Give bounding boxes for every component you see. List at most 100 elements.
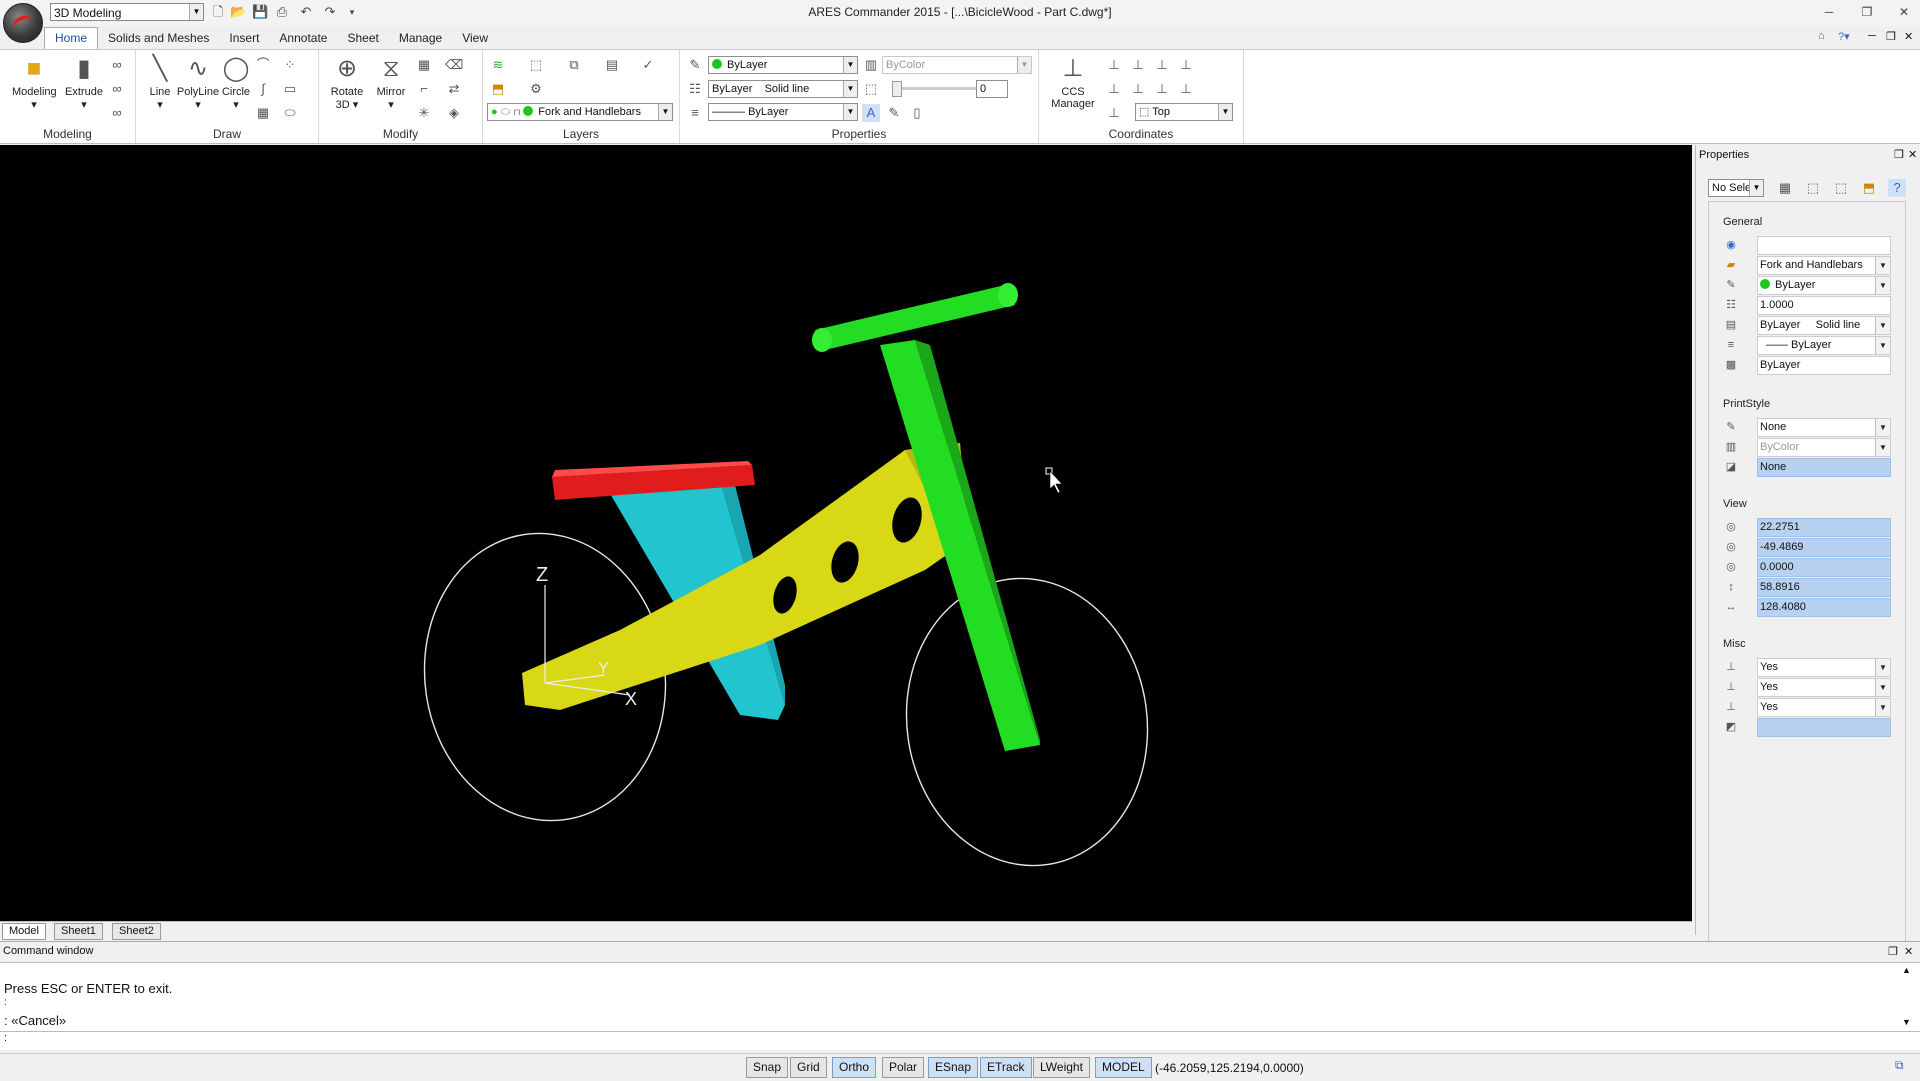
lweight-toggle[interactable]: LWeight [1033, 1057, 1090, 1078]
selection-filter-select[interactable]: No Sele ▼ [1708, 179, 1764, 197]
ccs-face-icon[interactable]: ⊥ [1105, 80, 1123, 98]
panel-close-icon[interactable]: ✕ [1904, 945, 1913, 958]
region-icon[interactable]: ▭ [281, 80, 299, 98]
layer-previous-icon[interactable]: ⧉ [565, 56, 583, 74]
chevron-down-icon[interactable]: ▼ [1218, 104, 1232, 120]
ccs-z-icon[interactable]: ⊥ [1177, 80, 1195, 98]
scroll-down-icon[interactable]: ▼ [1902, 1017, 1911, 1027]
point-icon[interactable]: ⁘ [281, 56, 299, 74]
erase-icon[interactable]: ⬭ [281, 104, 299, 122]
property-value[interactable]: 1.0000 [1757, 296, 1891, 315]
property-value[interactable]: 128.4080 [1757, 598, 1891, 617]
layer-manager-icon[interactable]: ≋ [489, 56, 507, 74]
select-objects-icon[interactable]: ⬚ [1804, 179, 1822, 197]
scroll-up-icon[interactable]: ▲ [1902, 965, 1911, 975]
chevron-down-icon[interactable]: ▼ [843, 57, 857, 73]
ccs-origin-icon[interactable]: ⊥ [1129, 56, 1147, 74]
property-value[interactable]: 58.8916 [1757, 578, 1891, 597]
ortho-toggle[interactable]: Ortho [832, 1057, 877, 1078]
ccs-manager-button[interactable]: ⊥ CCS Manager [1051, 54, 1095, 110]
model-toggle[interactable]: MODEL [1095, 1057, 1152, 1078]
eraser-icon[interactable]: ⌫ [445, 56, 463, 74]
lineweight-select[interactable]: ——— ByLayer ▼ [708, 103, 858, 121]
tab-home[interactable]: Home [44, 27, 99, 50]
command-input[interactable]: : [0, 1032, 1920, 1050]
tab-manage[interactable]: Manage [389, 28, 452, 49]
property-value[interactable]: None ▼ [1757, 418, 1891, 437]
property-value[interactable] [1757, 236, 1891, 255]
explode-icon[interactable]: ✳ [415, 104, 433, 122]
chevron-down-icon[interactable]: ▼ [1017, 57, 1031, 73]
text-style-icon[interactable]: A [862, 104, 880, 122]
panel-float-icon[interactable]: ❐ [1894, 148, 1904, 161]
property-value[interactable] [1757, 718, 1891, 737]
sheet-tab-model[interactable]: Model [2, 923, 46, 940]
modeling-button[interactable]: ■ Modeling ▾ [12, 54, 57, 111]
command-history[interactable]: Press ESC or ENTER to exit. : : «Cancel»… [0, 962, 1920, 1032]
layer-match-icon[interactable]: ✓ [639, 56, 657, 74]
sheet-tab-sheet1[interactable]: Sheet1 [54, 923, 103, 940]
subtract-icon[interactable]: ∞ [108, 80, 126, 98]
ccs-x-icon[interactable]: ⊥ [1129, 80, 1147, 98]
doc-close-icon[interactable]: ✕ [1904, 30, 1913, 43]
ccs-object-icon[interactable]: ⊥ [1177, 56, 1195, 74]
chevron-down-icon[interactable]: ▼ [1749, 180, 1763, 196]
transparency-input[interactable]: 0 [976, 80, 1008, 98]
chevron-down-icon[interactable]: ▼ [1875, 257, 1890, 274]
tab-insert[interactable]: Insert [219, 28, 269, 49]
property-value[interactable]: —— ByLayer ▼ [1757, 336, 1891, 355]
minimize-icon[interactable]: ─ [1818, 3, 1840, 21]
property-value[interactable]: Fork and Handlebars ▼ [1757, 256, 1891, 275]
union-icon[interactable]: ∞ [108, 56, 126, 74]
fill-icon[interactable]: ◈ [445, 104, 463, 122]
tab-sheet[interactable]: Sheet [337, 28, 388, 49]
app-logo-icon[interactable] [3, 3, 43, 43]
panel-float-icon[interactable]: ❐ [1888, 945, 1898, 958]
tab-solids-and-meshes[interactable]: Solids and Meshes [98, 28, 219, 49]
property-value[interactable]: 22.2751 [1757, 518, 1891, 537]
chevron-down-icon[interactable]: ▼ [1875, 419, 1890, 436]
transparency-slider-handle[interactable] [892, 81, 902, 97]
esnap-toggle[interactable]: ESnap [928, 1057, 979, 1078]
current-layer-select[interactable]: ● ⬭ ⊓ Fork and Handlebars ▼ [487, 103, 673, 121]
property-value[interactable]: -49.4869 [1757, 538, 1891, 557]
restore-icon[interactable]: ❐ [1856, 3, 1878, 21]
extrude-button[interactable]: ▮ Extrude ▾ [62, 54, 106, 111]
layer-walk-icon[interactable]: ▤ [603, 56, 621, 74]
polar-toggle[interactable]: Polar [882, 1057, 925, 1078]
etrack-toggle[interactable]: ETrack [980, 1057, 1032, 1078]
transparency-slider[interactable] [894, 87, 984, 90]
close-icon[interactable]: ✕ [1893, 3, 1915, 21]
snap-toggle[interactable]: Snap [746, 1057, 789, 1078]
property-value[interactable]: ByLayer Solid line ▼ [1757, 316, 1891, 335]
panel-close-icon[interactable]: ✕ [1908, 148, 1917, 161]
properties-help-icon[interactable]: ? [1888, 179, 1906, 197]
doc-restore-icon[interactable]: ❐ [1886, 30, 1896, 43]
printstyle-select[interactable]: ByColor ▼ [882, 56, 1032, 74]
chevron-down-icon[interactable]: ▼ [843, 81, 857, 97]
linestyle-select[interactable]: ByLayer Solid line ▼ [708, 80, 858, 98]
chevron-down-icon[interactable]: ▼ [1875, 439, 1890, 456]
property-value[interactable]: Yes ▼ [1757, 698, 1891, 717]
list-properties-icon[interactable]: ▯ [908, 104, 926, 122]
help-icon[interactable]: ?▾ [1838, 30, 1850, 43]
chevron-down-icon[interactable]: ▼ [658, 104, 672, 120]
properties-options-icon[interactable]: ⬒ [1860, 179, 1878, 197]
model-drawing[interactable]: Z Y X [0, 145, 1692, 921]
array-icon[interactable]: ▦ [415, 56, 433, 74]
color-select[interactable]: ByLayer ▼ [708, 56, 858, 74]
ccs-y-icon[interactable]: ⊥ [1153, 80, 1171, 98]
chevron-down-icon[interactable]: ▼ [1875, 277, 1890, 294]
property-value[interactable]: ByLayer [1757, 356, 1891, 375]
chevron-down-icon[interactable]: ▼ [843, 104, 857, 120]
grid-toggle[interactable]: Grid [790, 1057, 827, 1078]
doc-minimize-icon[interactable]: ─ [1868, 30, 1876, 42]
intersect-icon[interactable]: ∞ [108, 104, 126, 122]
property-value[interactable]: Yes ▼ [1757, 658, 1891, 677]
spline-icon[interactable]: ∫ [254, 80, 272, 98]
ccs-3point-icon[interactable]: ⊥ [1105, 104, 1123, 122]
arc-icon[interactable]: ⌒ [254, 56, 272, 74]
toggle-pickadd-icon[interactable]: ⬚ [1832, 179, 1850, 197]
fillet-icon[interactable]: ⌐ [415, 80, 433, 98]
chevron-down-icon[interactable]: ▼ [1875, 679, 1890, 696]
